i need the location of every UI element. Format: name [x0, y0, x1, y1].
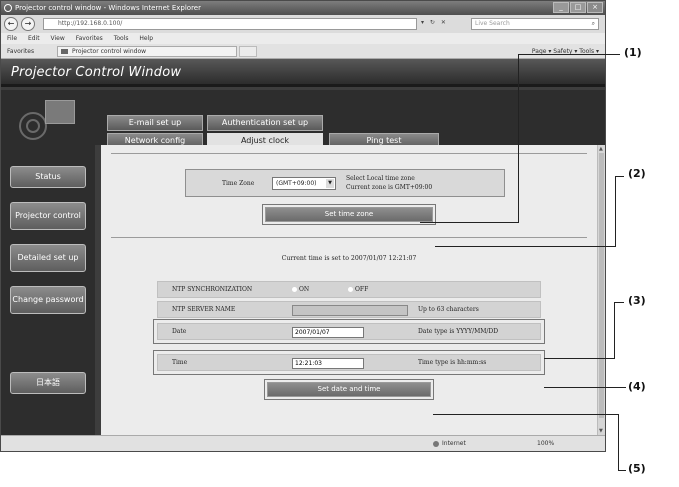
menu-view[interactable]: View: [51, 35, 65, 42]
zoom-level[interactable]: 100%: [537, 436, 554, 451]
adjust-clock-panel: Time Zone (GMT+09:00) ▼ Select Local tim…: [101, 145, 597, 435]
projector-page: Projector Control Window Status Projecto…: [1, 59, 605, 435]
callout-line-3: [614, 302, 615, 359]
callout-label-3: (3): [628, 294, 646, 307]
browser-window: Projector control window - Windows Inter…: [0, 0, 606, 452]
address-bar: ← → http://192.168.0.100/ ▾ ↻ ✕ Live Sea…: [1, 15, 605, 33]
ie-icon: [4, 4, 12, 12]
callout-label-4: (4): [628, 380, 646, 393]
callout-line-2: [435, 246, 615, 247]
callout-line-5: [618, 414, 619, 470]
callout-line-1: [420, 222, 518, 223]
callout-highlight-2: [262, 204, 436, 225]
divider: [111, 237, 587, 238]
sidebar: Status Projector control Detailed set up…: [1, 90, 95, 435]
page-title: Projector Control Window: [11, 65, 182, 80]
title-bar: Projector control window - Windows Inter…: [1, 1, 605, 15]
back-icon[interactable]: ←: [4, 17, 18, 31]
callout-line-2: [615, 176, 616, 247]
ntp-sync-row: NTP SYNCHRONIZATION ON OFF: [157, 281, 541, 298]
vertical-scrollbar[interactable]: ▲ ▼: [597, 145, 605, 435]
scroll-up-icon[interactable]: ▲: [599, 146, 604, 152]
chevron-down-icon[interactable]: ▼: [326, 179, 334, 188]
sidebar-projector-control-button[interactable]: Projector control: [10, 202, 86, 230]
radio-off-icon: [348, 287, 353, 292]
callout-line-1: [518, 54, 620, 55]
callout-label-1: (1): [624, 46, 642, 59]
radio-on-icon: [292, 287, 297, 292]
ntp-off-label: OFF: [355, 286, 369, 293]
callout-label-5: (5): [628, 462, 646, 475]
scroll-thumb[interactable]: [599, 153, 604, 418]
sidebar-detailed-setup-button[interactable]: Detailed set up: [10, 244, 86, 272]
menu-help[interactable]: Help: [139, 35, 153, 42]
current-zone-text: Current zone is GMT+09:00: [346, 184, 433, 191]
close-icon[interactable]: ×: [587, 2, 603, 13]
page-banner: Projector Control Window: [1, 59, 605, 87]
ntp-server-hint: Up to 63 characters: [418, 306, 479, 313]
callout-highlight-4: [153, 350, 545, 375]
projector-logo-icon: [17, 98, 81, 144]
divider: [111, 153, 587, 154]
timezone-label: Time Zone: [222, 180, 255, 187]
ntp-server-input[interactable]: [292, 305, 408, 316]
callout-line-3: [614, 302, 624, 303]
forward-icon[interactable]: →: [21, 17, 35, 31]
sidebar-status-button[interactable]: Status: [10, 166, 86, 188]
scroll-down-icon[interactable]: ▼: [599, 428, 604, 434]
menu-file[interactable]: File: [7, 35, 17, 42]
tab-authentication-setup[interactable]: Authentication set up: [207, 115, 323, 131]
menu-edit[interactable]: Edit: [28, 35, 40, 42]
ntp-server-label: NTP SERVER NAME: [172, 306, 236, 313]
sidebar-change-password-button[interactable]: Change password: [10, 286, 86, 314]
timezone-select[interactable]: (GMT+09:00) ▼: [272, 177, 336, 190]
favorites-button[interactable]: Favorites: [7, 44, 34, 59]
maximize-icon[interactable]: □: [570, 2, 586, 13]
tab-email-setup[interactable]: E-mail set up: [107, 115, 203, 131]
window-controls: _ □ ×: [553, 2, 603, 13]
status-bar: Internet 100%: [1, 435, 605, 451]
search-input[interactable]: Live Search ⌕: [471, 18, 599, 30]
language-button[interactable]: 日本語: [10, 372, 86, 394]
current-time-text: Current time is set to 2007/01/07 12:21:…: [281, 255, 417, 262]
search-icon[interactable]: ⌕: [592, 19, 595, 29]
search-placeholder: Live Search: [475, 20, 510, 27]
new-tab-button[interactable]: [239, 46, 257, 57]
ntp-server-row: NTP SERVER NAME Up to 63 characters: [157, 301, 541, 318]
ntp-on-radio[interactable]: ON: [292, 286, 309, 293]
window-title: Projector control window - Windows Inter…: [15, 4, 201, 12]
ntp-sync-label: NTP SYNCHRONIZATION: [172, 286, 253, 293]
address-input[interactable]: http://192.168.0.100/: [43, 18, 417, 30]
timezone-hint: Select Local time zone: [346, 175, 415, 182]
callout-line-5: [618, 470, 626, 471]
ntp-off-radio[interactable]: OFF: [348, 286, 368, 293]
callout-line-4: [544, 387, 626, 388]
callout-line-2: [615, 176, 624, 177]
callout-label-2: (2): [628, 167, 646, 180]
command-bar[interactable]: Page ▾ Safety ▾ Tools ▾: [532, 44, 599, 59]
security-zone: Internet: [433, 436, 466, 451]
callout-line-5: [433, 414, 619, 415]
menu-bar: File Edit View Favorites Tools Help: [1, 33, 605, 44]
favorites-bar: Favorites Projector control window Page …: [1, 44, 605, 59]
ntp-on-label: ON: [299, 286, 310, 293]
timezone-group: Time Zone (GMT+09:00) ▼ Select Local tim…: [185, 169, 505, 197]
timezone-value: (GMT+09:00): [276, 180, 317, 187]
menu-tools[interactable]: Tools: [114, 35, 129, 42]
callout-line-3: [544, 358, 614, 359]
settings-tabs: E-mail set up Authentication set up Netw…: [95, 90, 605, 153]
callout-line-1: [518, 54, 519, 223]
refresh-stop-icons[interactable]: ▾ ↻ ✕: [421, 19, 448, 26]
minimize-icon[interactable]: _: [553, 2, 569, 13]
browser-tab[interactable]: Projector control window: [57, 46, 237, 57]
callout-highlight-3: [153, 319, 545, 344]
menu-favorites[interactable]: Favorites: [76, 35, 103, 42]
callout-highlight-5: [264, 379, 434, 400]
